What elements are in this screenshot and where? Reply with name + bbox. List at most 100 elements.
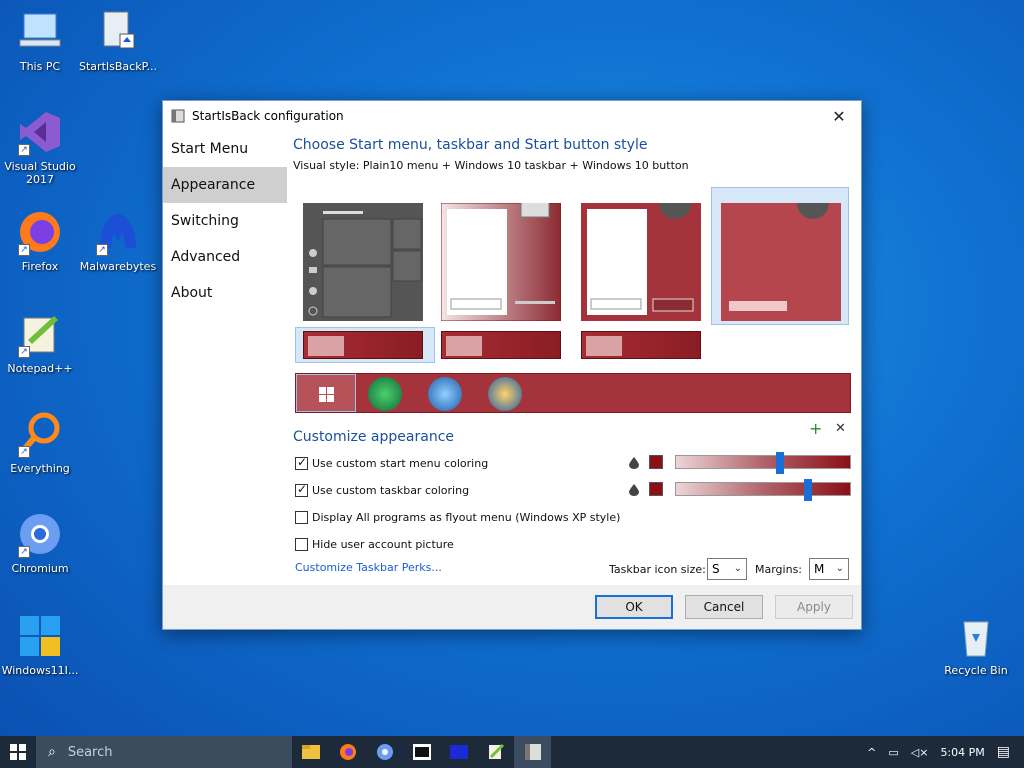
desktop-icon-label: Recycle Bin — [944, 664, 1008, 677]
menu-style-plain7[interactable] — [581, 187, 701, 321]
remove-icon[interactable]: ✕ — [835, 421, 846, 436]
color-swatch[interactable] — [649, 482, 663, 496]
option-label: Use custom taskbar coloring — [312, 483, 470, 497]
option-start-menu-coloring[interactable]: Use custom start menu coloring — [295, 455, 488, 471]
color-drop-icon[interactable] — [629, 457, 639, 469]
start-button-orb-green[interactable] — [368, 377, 402, 411]
add-icon[interactable]: + — [809, 419, 822, 438]
shortcut-arrow-icon: ↗ — [18, 244, 30, 256]
notepadpp-icon — [488, 743, 504, 759]
start-button-gallery — [295, 373, 851, 413]
menu-style-gallery — [293, 187, 853, 325]
desktop-icon-chromium[interactable]: ↗ Chromium — [0, 510, 80, 575]
menu-style-plain10[interactable] — [721, 187, 841, 321]
taskbar-style-windows10[interactable] — [303, 331, 423, 359]
taskbar-notepadpp[interactable] — [477, 736, 514, 768]
checkbox[interactable] — [295, 510, 308, 524]
taskbar-style-windows7[interactable] — [581, 331, 701, 359]
computer-icon — [16, 8, 64, 56]
windows-logo-icon — [10, 744, 26, 760]
malwarebytes-icon: ↗ — [94, 208, 142, 256]
desktop-icon-visual-studio[interactable]: ↗ Visual Studio 2017 — [0, 108, 80, 186]
desktop-icon-everything[interactable]: ↗ Everything — [0, 410, 80, 475]
chromium-icon: ↗ — [16, 510, 64, 558]
taskbar: ⌕ Search ^ ▭ ◁× 5:04 PM ▤ — [0, 736, 1024, 768]
shortcut-arrow-icon: ↗ — [96, 244, 108, 256]
taskbar-firefox[interactable] — [329, 736, 366, 768]
notification-icon[interactable]: ▤ — [997, 744, 1010, 760]
chevron-down-icon: ⌄ — [733, 563, 742, 574]
taskbar-chromium[interactable] — [366, 736, 403, 768]
archive-icon — [412, 744, 431, 760]
menu-style-windows10[interactable] — [303, 203, 423, 321]
clock[interactable]: 5:04 PM — [940, 746, 984, 759]
intensity-slider[interactable] — [675, 479, 851, 501]
nav-item-start-menu[interactable]: Start Menu — [163, 131, 287, 167]
page-title: Choose Start menu, taskbar and Start but… — [293, 137, 648, 153]
cancel-button[interactable]: Cancel — [685, 595, 763, 619]
start-button[interactable] — [0, 736, 36, 768]
option-hide-account-picture[interactable]: Hide user account picture — [295, 536, 454, 552]
system-tray: ^ ▭ ◁× 5:04 PM ▤ — [861, 744, 1024, 760]
icon-size-label: Taskbar icon size: — [609, 563, 706, 576]
firefox-icon: ↗ — [16, 208, 64, 256]
desktop-icon-recycle-bin[interactable]: Recycle Bin — [936, 612, 1016, 677]
desktop-icon-label: This PC — [19, 60, 61, 73]
intensity-slider[interactable] — [675, 452, 851, 474]
window-title: StartIsBack configuration — [192, 109, 344, 123]
nav-item-appearance[interactable]: Appearance — [163, 167, 287, 203]
desktop-icon-firefox[interactable]: ↗ Firefox — [0, 208, 80, 273]
taskbar-7zip[interactable] — [403, 736, 440, 768]
start-button-windows10[interactable] — [296, 374, 356, 412]
icon-size-select[interactable]: S ⌄ — [707, 558, 747, 580]
search-box[interactable]: ⌕ Search — [36, 736, 292, 768]
taskbar-terminal[interactable] — [440, 736, 477, 768]
search-placeholder: Search — [67, 744, 113, 760]
color-swatch[interactable] — [649, 455, 663, 469]
option-flyout-menu[interactable]: Display All programs as flyout menu (Win… — [295, 509, 620, 525]
desktop-icon-this-pc[interactable]: This PC — [0, 8, 80, 73]
folder-icon — [301, 745, 320, 759]
checkbox[interactable] — [295, 455, 308, 470]
volume-muted-icon[interactable]: ◁× — [911, 746, 929, 759]
ok-button[interactable]: OK — [595, 595, 673, 619]
recycle-bin-icon — [952, 612, 1000, 660]
nav-item-switching[interactable]: Switching — [163, 203, 287, 239]
network-icon[interactable]: ▭ — [888, 746, 898, 759]
app-icon — [171, 109, 185, 123]
taskbar-file-explorer[interactable] — [292, 736, 329, 768]
shortcut-arrow-icon: ↗ — [18, 446, 30, 458]
checkbox[interactable] — [295, 537, 308, 551]
margins-label: Margins: — [755, 563, 803, 576]
folder-icon — [446, 336, 482, 356]
search-icon: ⌕ — [48, 744, 56, 760]
chevron-up-icon[interactable]: ^ — [867, 746, 876, 759]
desktop-icon-notepadpp[interactable]: ↗ Notepad++ — [0, 310, 80, 375]
shortcut-arrow-icon: ↗ — [18, 144, 30, 156]
color-drop-icon[interactable] — [629, 484, 639, 496]
menu-style-plain8[interactable] — [440, 188, 562, 322]
close-icon[interactable]: ✕ — [817, 101, 861, 131]
customize-taskbar-perks-link[interactable]: Customize Taskbar Perks... — [295, 561, 442, 574]
slider-thumb[interactable] — [804, 479, 812, 501]
desktop-icon-label: Firefox — [21, 260, 59, 273]
desktop-icon-startisback[interactable]: StartIsBackP... — [78, 8, 158, 73]
taskbar-style-windows8[interactable] — [441, 331, 561, 359]
margins-select[interactable]: M ⌄ — [809, 558, 849, 580]
desktop-icon-windows11[interactable]: Windows11I... — [0, 612, 80, 677]
desktop-icon-label: Chromium — [11, 562, 69, 575]
slider-thumb[interactable] — [776, 452, 784, 474]
nav-item-about[interactable]: About — [163, 275, 287, 311]
checkbox[interactable] — [295, 482, 308, 497]
start-button-orb-vista[interactable] — [428, 377, 462, 411]
taskbar-startisback-config[interactable] — [514, 736, 551, 768]
visual-style-label: Visual style: Plain10 menu + Windows 10 … — [293, 159, 689, 172]
desktop-icon-label: Visual Studio 2017 — [4, 160, 76, 186]
desktop-icon-malwarebytes[interactable]: ↗ Malwarebytes — [78, 208, 158, 273]
apply-button[interactable]: Apply — [775, 595, 853, 619]
option-taskbar-coloring[interactable]: Use custom taskbar coloring — [295, 482, 469, 498]
terminal-icon — [449, 745, 468, 759]
nav-item-advanced[interactable]: Advanced — [163, 239, 287, 275]
firefox-icon — [339, 744, 356, 760]
start-button-orb-win7[interactable] — [488, 377, 522, 411]
